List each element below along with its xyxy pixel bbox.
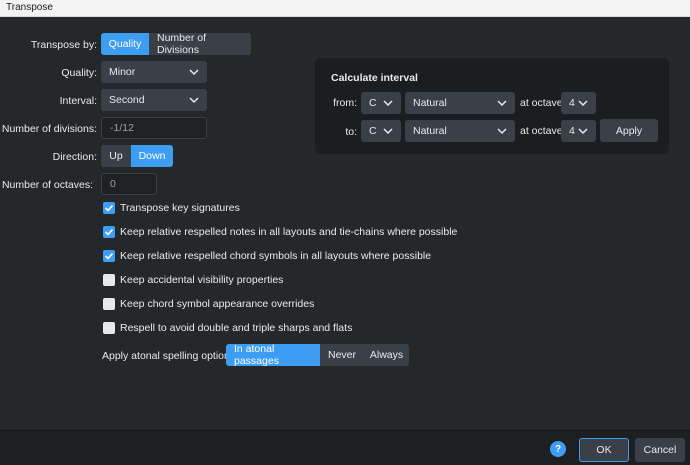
calculate-interval-title: Calculate interval: [331, 72, 418, 84]
from-note-value: C: [369, 97, 377, 109]
transpose-by-divisions-option[interactable]: Number of Divisions: [149, 33, 251, 55]
direction-segmented: Up Down: [101, 145, 173, 167]
quality-select[interactable]: Minor: [101, 61, 207, 83]
checkbox-keep-respelled-chords[interactable]: [103, 250, 115, 262]
transpose-by-segmented: Quality Number of Divisions: [101, 33, 251, 55]
dialog-footer: ? OK Cancel: [0, 430, 690, 465]
divisions-field[interactable]: -1/12: [101, 117, 207, 139]
to-octave-value: 4: [569, 125, 575, 137]
checkbox-row: Keep relative respelled notes in all lay…: [103, 225, 457, 239]
dialog-body: Transpose by: Quality Number of Division…: [0, 17, 690, 430]
interval-label: Interval:: [59, 95, 97, 107]
checkbox-keep-chord-overrides[interactable]: [103, 298, 115, 310]
ok-button[interactable]: OK: [579, 438, 629, 462]
to-note-value: C: [369, 125, 377, 137]
to-octave-label: at octave: [520, 125, 563, 137]
atonal-label: Apply atonal spelling options:: [102, 350, 239, 362]
checkbox-transpose-key-signatures[interactable]: [103, 202, 115, 214]
checkbox-label: Respell to avoid double and triple sharp…: [120, 322, 353, 334]
from-octave-value: 4: [569, 97, 575, 109]
from-label: from:: [333, 97, 357, 109]
chevron-down-icon: [383, 100, 393, 107]
window-title: Transpose: [0, 0, 690, 17]
from-octave-select[interactable]: 4: [561, 92, 596, 114]
octaves-field[interactable]: 0: [101, 173, 157, 195]
checkmark-icon: [104, 252, 114, 260]
transpose-by-quality-option[interactable]: Quality: [101, 33, 149, 55]
direction-down-option[interactable]: Down: [131, 145, 173, 167]
to-accidental-select[interactable]: Natural: [405, 120, 515, 142]
to-label: to:: [345, 126, 357, 138]
checkbox-row: Transpose key signatures: [103, 201, 240, 215]
checkbox-row: Respell to avoid double and triple sharp…: [103, 321, 352, 335]
checkbox-row: Keep relative respelled chord symbols in…: [103, 249, 431, 263]
checkbox-row: Keep accidental visibility properties: [103, 273, 283, 287]
checkmark-icon: [104, 204, 114, 212]
checkbox-keep-accidental-visibility[interactable]: [103, 274, 115, 286]
divisions-label: Number of divisions:: [1, 123, 97, 135]
checkbox-keep-respelled-notes[interactable]: [103, 226, 115, 238]
transpose-by-label: Transpose by:: [30, 39, 97, 51]
checkmark-icon: [104, 228, 114, 236]
chevron-down-icon: [189, 97, 199, 104]
help-icon[interactable]: ?: [550, 441, 566, 457]
chevron-down-icon: [497, 100, 507, 107]
chevron-down-icon: [578, 100, 588, 107]
to-accidental-value: Natural: [413, 125, 447, 137]
chevron-down-icon: [497, 128, 507, 135]
atonal-never-option[interactable]: Never: [320, 344, 364, 366]
atonal-segmented: In atonal passages Never Always: [226, 344, 409, 366]
interval-select[interactable]: Second: [101, 89, 207, 111]
quality-value: Minor: [109, 66, 136, 78]
interval-value: Second: [109, 94, 145, 106]
chevron-down-icon: [189, 69, 199, 76]
atonal-always-option[interactable]: Always: [364, 344, 409, 366]
from-accidental-select[interactable]: Natural: [405, 92, 515, 114]
apply-button[interactable]: Apply: [600, 119, 658, 142]
checkbox-label: Keep relative respelled chord symbols in…: [120, 250, 432, 262]
from-note-select[interactable]: C: [361, 92, 401, 114]
cancel-button[interactable]: Cancel: [635, 438, 685, 462]
to-octave-select[interactable]: 4: [561, 120, 596, 142]
calculate-interval-panel: Calculate interval from: C Natural at oc…: [315, 58, 669, 154]
direction-up-option[interactable]: Up: [101, 145, 131, 167]
octaves-label: Number of octaves:: [1, 179, 93, 191]
checkbox-label: Keep chord symbol appearance overrides: [120, 298, 315, 310]
atonal-in-passages-option[interactable]: In atonal passages: [226, 344, 320, 366]
from-accidental-value: Natural: [413, 97, 447, 109]
direction-label: Direction:: [52, 151, 97, 163]
checkbox-row: Keep chord symbol appearance overrides: [103, 297, 314, 311]
checkbox-label: Keep relative respelled notes in all lay…: [120, 226, 458, 238]
from-octave-label: at octave: [520, 97, 563, 109]
checkbox-label: Transpose key signatures: [120, 202, 240, 214]
checkbox-label: Keep accidental visibility properties: [120, 274, 284, 286]
to-note-select[interactable]: C: [361, 120, 401, 142]
checkbox-respell-avoid-doubles[interactable]: [103, 322, 115, 334]
chevron-down-icon: [383, 128, 393, 135]
chevron-down-icon: [578, 128, 588, 135]
quality-label: Quality:: [61, 67, 97, 79]
